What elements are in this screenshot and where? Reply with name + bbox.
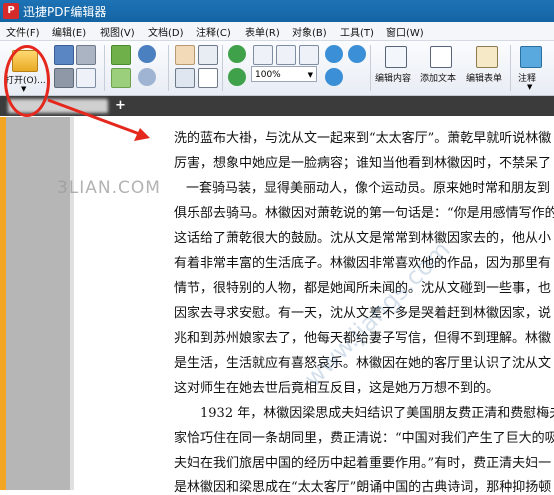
fit-width-icon[interactable]: [299, 45, 319, 65]
fit-page-icon[interactable]: [276, 45, 296, 65]
document-line: 1932 年，林徽因梁思成夫妇结识了美国朋友费正清和费慰梅夫: [200, 406, 554, 421]
annotate-button[interactable]: 注释 ▼: [512, 44, 548, 92]
print-icon[interactable]: [54, 68, 74, 88]
document-line: 是林徽因和梁思成在“太太客厅”朗诵中国的古典诗词，那种抑扬顿: [174, 480, 552, 495]
document-line: 情节，很特别的人物，都是她闻所未闻的。沈从文碰到一些事，也: [174, 281, 552, 296]
menu-form[interactable]: 表单(R): [245, 24, 280, 39]
page-forward-icon[interactable]: [111, 68, 131, 88]
snapshot-icon[interactable]: [175, 68, 195, 88]
toolbar-separator: [370, 45, 371, 91]
new-tab-icon[interactable]: +: [115, 98, 126, 113]
text-select-icon[interactable]: [198, 45, 218, 65]
menu-object[interactable]: 对象(B): [292, 24, 327, 39]
edit-content-button[interactable]: 编辑内容: [373, 44, 417, 92]
edit-form-button[interactable]: 编辑表单: [464, 44, 508, 92]
toolbar-separator: [222, 45, 223, 91]
rotate-ccw-icon[interactable]: [228, 68, 246, 86]
document-line: 厉害，想象中她应是一脸病容；谁知当他看到林徽因时，不禁呆了: [174, 156, 552, 171]
chevron-down-icon: ▼: [307, 71, 313, 79]
document-line: 家恰巧住在同一条胡同里，费正清说：“中国对我们产生了巨大的吸: [174, 431, 554, 446]
add-text-label: 添加文本: [420, 74, 457, 84]
document-line: 洗的蓝布大褂，与沈从文一起来到“太太客厅”。萧乾早就听说林徽: [174, 131, 552, 146]
toolbar-separator: [168, 45, 169, 91]
menu-tools[interactable]: 工具(T): [340, 24, 374, 39]
redo-icon[interactable]: [138, 68, 156, 86]
edit-content-label: 编辑内容: [375, 74, 412, 84]
document-line: 有着非常丰富的生活底子。林徽因非常喜欢他的作品，因为那里有: [174, 256, 552, 271]
toolbar-separator: [510, 45, 511, 91]
zoom-out-icon[interactable]: [325, 45, 343, 63]
annotate-icon: [520, 46, 542, 68]
add-text-button[interactable]: 添加文本: [418, 44, 462, 92]
edit-form-label: 编辑表单: [466, 74, 503, 84]
menu-window[interactable]: 窗口(W): [386, 24, 424, 39]
document-line: 是生活，生活就应有喜怒哀乐。林徽因在她的客厅里认识了沈从文: [174, 356, 552, 371]
document-line: 这话给了萧乾很大的鼓励。沈从文是常常到林徽因家去的，他从小: [174, 231, 552, 246]
highlight-ring: [4, 45, 50, 117]
menu-edit[interactable]: 编辑(E): [52, 24, 86, 39]
title-bar: P 迅捷PDF编辑器: [0, 0, 554, 22]
hand-tool-icon[interactable]: [175, 45, 195, 65]
window-title: 迅捷PDF编辑器: [23, 5, 107, 19]
edit-form-icon: [476, 46, 498, 68]
email-icon[interactable]: [76, 68, 96, 88]
zoom-value: 100%: [255, 70, 281, 80]
zoom-search-icon[interactable]: [348, 45, 366, 63]
document-line: 夫妇在我们旅居中国的经历中起着重要作用。”有时，费正清夫妇一: [174, 456, 552, 471]
document-line: 俱乐部去骑马。林徽因对萧乾说的第一句话是：“你是用感情写作的: [174, 206, 554, 221]
menu-file[interactable]: 文件(F): [6, 24, 40, 39]
scanner-icon[interactable]: [76, 45, 96, 65]
toolbar-separator: [104, 45, 105, 91]
page-margin-area: [6, 117, 70, 490]
zoom-in-icon[interactable]: [325, 68, 343, 86]
rotate-cw-icon[interactable]: [228, 45, 246, 63]
site-watermark: 3LIAN.COM: [57, 178, 161, 198]
menu-view[interactable]: 视图(V): [100, 24, 135, 39]
menu-bar: 文件(F) 编辑(E) 视图(V) 文档(D) 注释(C) 表单(R) 对象(B…: [0, 22, 554, 41]
zoom-select[interactable]: 100% ▼: [251, 66, 317, 82]
undo-icon[interactable]: [138, 45, 156, 63]
document-line: 一套骑马装，显得美丽动人，像个运动员。原来她时常和朋友到: [186, 181, 551, 196]
menu-annotate[interactable]: 注释(C): [196, 24, 231, 39]
chevron-down-icon: ▼: [527, 83, 533, 91]
page-back-icon[interactable]: [111, 45, 131, 65]
menu-document[interactable]: 文档(D): [148, 24, 184, 39]
document-tab-bar: +: [0, 96, 554, 116]
save-icon[interactable]: [54, 45, 74, 65]
document-line: 这对师生在她去世后竟相互反目，这是她万万想不到的。: [174, 381, 500, 396]
edit-content-icon: [385, 46, 407, 68]
actual-size-icon[interactable]: [253, 45, 273, 65]
app-logo: P: [3, 3, 19, 19]
pdf-page-icon[interactable]: [198, 68, 218, 88]
add-text-icon: [430, 46, 452, 68]
